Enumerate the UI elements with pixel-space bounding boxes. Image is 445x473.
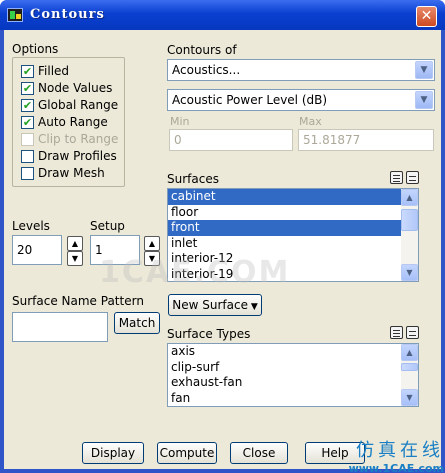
display-button[interactable]: Display [82,442,144,464]
contours-of-label: Contours of [167,43,237,57]
surface-types-label: Surface Types [167,327,251,341]
surfaces-list[interactable]: cabinet floor front inlet interior-12 in… [167,188,419,282]
levels-decrement-icon[interactable]: ▼ [67,251,83,266]
window-title: Contours [30,7,105,22]
node-values-checkbox[interactable]: ✔ Node Values [21,80,112,96]
brand-url: www.1CAE.com [348,462,444,473]
deselect-all-icon[interactable] [406,171,419,184]
draw-profiles-checkbox[interactable]: Draw Profiles [21,148,117,164]
dialog-body: Options ✔ Filled ✔ Node Values ✔ Global Ran… [4,30,441,469]
surface-types-scrollbar[interactable]: ▲ ▼ [401,344,418,406]
list-item[interactable]: exhaust-fan [168,375,418,391]
surface-name-pattern-input[interactable] [12,312,108,342]
list-item[interactable]: fan [168,391,418,407]
levels-increment-icon[interactable]: ▲ [67,236,83,251]
auto-range-checkbox[interactable]: ✔ Auto Range [21,114,108,130]
list-item[interactable]: floor [168,205,418,221]
list-item[interactable]: front [168,220,418,236]
setup-increment-icon[interactable]: ▲ [144,236,160,251]
draw-mesh-checkbox[interactable]: Draw Mesh [21,165,105,181]
setup-label: Setup [90,219,125,233]
compute-button[interactable]: Compute [157,442,217,464]
max-label: Max [299,115,322,128]
scroll-thumb[interactable] [401,209,418,231]
check-icon: ✔ [21,115,34,129]
close-button[interactable]: Close [230,442,288,464]
min-field: 0 [169,129,293,151]
list-item[interactable]: cabinet [168,189,418,205]
max-field: 51.81877 [298,129,434,151]
list-item[interactable]: interior-12 [168,251,418,267]
contours-window: Contours ✕ Options ✔ Filled ✔ Node Values … [0,0,445,473]
surface-types-list[interactable]: axis clip-surf exhaust-fan fan ▲ ▼ [167,343,419,407]
contour-category-select[interactable]: Acoustics... ▼ [167,59,435,81]
select-all-icon[interactable] [390,326,403,339]
global-range-checkbox[interactable]: ✔ Global Range [21,97,118,113]
options-label: Options [12,42,59,56]
scroll-down-icon[interactable]: ▼ [401,264,418,281]
levels-input[interactable]: 20 [12,235,62,265]
new-surface-button[interactable]: New Surface ▼ [168,294,262,316]
min-label: Min [170,115,190,128]
surfaces-scrollbar[interactable]: ▲ ▼ [401,189,418,281]
levels-label: Levels [12,219,50,233]
scroll-up-icon[interactable]: ▲ [401,189,418,206]
list-item[interactable]: axis [168,344,418,360]
contour-quantity-select[interactable]: Acoustic Power Level (dB) ▼ [167,89,435,111]
check-icon: ✔ [21,81,34,95]
clip-to-range-checkbox: Clip to Range [21,131,118,147]
chevron-down-icon: ▼ [415,61,433,79]
setup-input[interactable]: 1 [90,235,140,265]
list-item[interactable]: inlet [168,236,418,252]
filled-checkbox[interactable]: ✔ Filled [21,63,69,79]
scroll-thumb[interactable] [401,363,418,371]
deselect-all-icon[interactable] [406,326,419,339]
close-window-button[interactable]: ✕ [416,6,437,27]
list-item[interactable]: interior-19 [168,267,418,282]
setup-decrement-icon[interactable]: ▼ [144,251,160,266]
match-button[interactable]: Match [114,312,160,334]
options-group: ✔ Filled ✔ Node Values ✔ Global Range ✔ Auto… [12,57,125,187]
check-icon: ✔ [21,64,34,78]
app-icon [7,8,23,22]
surfaces-label: Surfaces [167,172,219,186]
brand-logo: 仿真在线 www.1CAE.com [326,436,444,473]
chevron-down-icon: ▼ [415,91,433,109]
surface-name-pattern-label: Surface Name Pattern [12,294,144,308]
dropdown-arrow-icon: ▼ [247,302,258,312]
check-icon: ✔ [21,98,34,112]
select-all-icon[interactable] [390,171,403,184]
title-bar[interactable]: Contours ✕ [0,0,445,30]
scroll-down-icon[interactable]: ▼ [401,389,418,406]
scroll-up-icon[interactable]: ▲ [401,344,418,361]
brand-name: 仿真在线 [356,440,444,461]
list-item[interactable]: clip-surf [168,360,418,376]
